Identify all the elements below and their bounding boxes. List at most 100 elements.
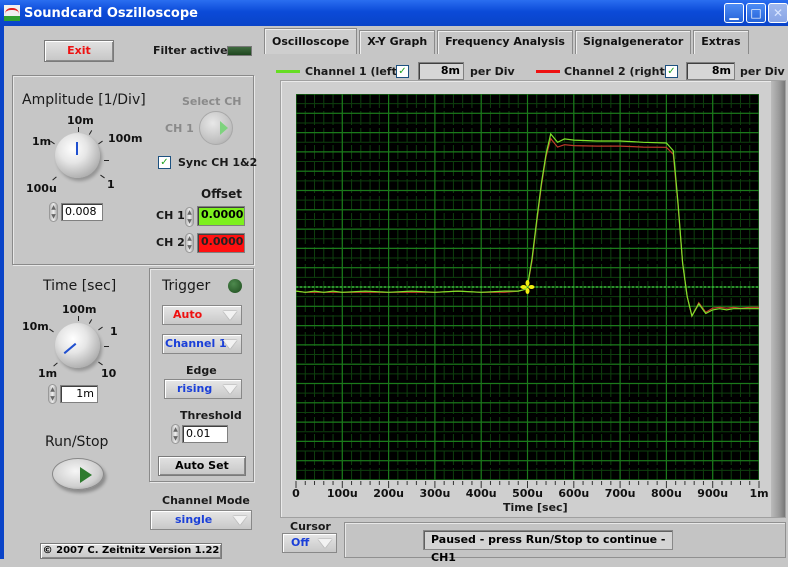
window-title: Soundcard Oszilloscope xyxy=(24,5,198,21)
knob-tick xyxy=(78,127,79,132)
trigger-edge-value: rising xyxy=(177,382,213,395)
threshold-field[interactable]: 0.01 xyxy=(182,425,228,443)
threshold-label: Threshold xyxy=(180,409,242,422)
trigger-edge-dropdown[interactable]: rising xyxy=(164,379,242,399)
offset-ch2-spinner[interactable]: ▲ ▼ xyxy=(185,233,194,253)
time-scale-label: 1m xyxy=(38,367,58,380)
knob-tick xyxy=(88,319,93,324)
chevron-down-icon xyxy=(223,311,237,320)
tab-frequency-analysis[interactable]: Frequency Analysis xyxy=(437,30,573,54)
time-scale-label: 100m xyxy=(62,303,97,316)
trigger-marker-part xyxy=(525,288,530,294)
version-label: © 2007 C. Zeitnitz Version 1.22 xyxy=(40,543,222,559)
channel-mode-dropdown[interactable]: single xyxy=(150,510,252,530)
chevron-down-icon xyxy=(233,516,247,525)
channel1-legend-line xyxy=(276,70,300,73)
graph-scrollbar[interactable] xyxy=(771,81,785,517)
x-tick-label: 600u xyxy=(558,487,590,500)
close-button[interactable]: ✕ xyxy=(768,3,788,23)
trigger-mode-dropdown[interactable]: Auto xyxy=(162,305,242,325)
select-ch-label: Select CH xyxy=(182,95,242,108)
offset-ch1-field[interactable]: 0.0000 xyxy=(197,206,245,226)
window-titlebar: Soundcard Oszilloscope ▁ □ ✕ xyxy=(0,0,788,26)
sync-checkbox[interactable]: ✓ xyxy=(158,156,171,169)
channel2-per-div-label: per Div xyxy=(740,65,785,78)
channel1-checkbox[interactable]: ✓ xyxy=(396,65,409,78)
amplitude-scale-label: 100m xyxy=(108,132,143,145)
x-tick-label: 900u xyxy=(697,487,729,500)
offset-title: Offset xyxy=(201,187,242,201)
trigger-marker-part xyxy=(528,285,535,289)
amplitude-knob[interactable] xyxy=(55,133,100,178)
tab-signalgenerator[interactable]: Signalgenerator xyxy=(574,30,692,54)
channel2-checkbox[interactable]: ✓ xyxy=(665,65,678,78)
channel-mode-label: Channel Mode xyxy=(162,494,250,507)
select-ch-button[interactable] xyxy=(199,111,233,145)
channel2-legend-line xyxy=(536,70,560,73)
tab-extras[interactable]: Extras xyxy=(693,30,749,54)
tab-oscilloscope[interactable]: Oscilloscope xyxy=(264,28,358,54)
time-title: Time [sec] xyxy=(43,278,117,294)
time-knob-pointer xyxy=(63,342,77,355)
offset-ch1-label: CH 1 xyxy=(156,209,185,222)
channel1-label: Channel 1 (left) xyxy=(305,65,402,78)
amplitude-scale-label: 1m xyxy=(32,135,52,148)
select-ch-value: CH 1 xyxy=(165,122,194,135)
amplitude-knob-pointer xyxy=(76,142,78,155)
exit-button[interactable]: Exit xyxy=(44,40,114,62)
run-stop-label: Run/Stop xyxy=(45,434,109,450)
cursor-label: Cursor xyxy=(290,520,331,533)
cursor-dropdown[interactable]: Off xyxy=(282,533,337,553)
tab-bar: Oscilloscope X-Y Graph Frequency Analysi… xyxy=(264,28,751,54)
time-scale-label: 1 xyxy=(110,325,118,338)
trigger-marker-part xyxy=(520,285,527,289)
channel-mode-value: single xyxy=(175,513,213,526)
knob-tick xyxy=(49,328,54,333)
play-arrow-icon xyxy=(220,121,228,135)
x-tick-label: 800u xyxy=(650,487,682,500)
minimize-button[interactable]: ▁ xyxy=(724,3,744,23)
x-tick-label: 500u xyxy=(512,487,543,500)
amplitude-scale-label: 10m xyxy=(67,114,94,127)
knob-tick xyxy=(78,316,79,321)
trigger-source-dropdown[interactable]: Channel 1 xyxy=(162,334,242,354)
amplitude-spinner[interactable]: ▲ ▼ xyxy=(49,202,58,222)
x-axis-title: Time [sec] xyxy=(503,501,568,514)
trigger-title: Trigger xyxy=(162,278,211,294)
time-knob[interactable] xyxy=(55,323,100,368)
amplitude-value-field[interactable]: 0.008 xyxy=(61,203,103,221)
knob-tick xyxy=(98,361,103,366)
time-spinner[interactable]: ▲ ▼ xyxy=(48,384,57,404)
channel1-per-div-field[interactable]: 8m xyxy=(418,62,464,80)
x-tick-label: 200u xyxy=(373,487,404,500)
amplitude-scale-label: 100u xyxy=(26,182,57,195)
run-stop-button[interactable] xyxy=(52,458,104,490)
tab-xy-graph[interactable]: X-Y Graph xyxy=(359,30,436,54)
trigger-mode-value: Auto xyxy=(173,308,203,321)
play-icon xyxy=(80,467,92,483)
oscilloscope-plot[interactable] xyxy=(296,94,759,480)
offset-ch2-label: CH 2 xyxy=(156,236,185,249)
filter-active-label: Filter active xyxy=(153,44,228,57)
time-value-field[interactable]: 1m xyxy=(60,385,98,403)
chevron-down-icon xyxy=(318,539,332,548)
threshold-spinner[interactable]: ▲ ▼ xyxy=(171,424,180,444)
knob-tick xyxy=(104,160,109,161)
amplitude-title: Amplitude [1/Div] xyxy=(22,92,146,108)
time-scale-label: 10 xyxy=(101,367,117,380)
auto-set-button[interactable]: Auto Set xyxy=(158,456,246,476)
maximize-button[interactable]: □ xyxy=(746,3,766,23)
offset-ch1-spinner[interactable]: ▲ ▼ xyxy=(185,207,194,227)
knob-tick xyxy=(104,346,109,347)
x-tick-label: 300u xyxy=(419,487,451,500)
offset-ch2-field[interactable]: 0.0000 xyxy=(197,233,245,253)
status-text: Paused - press Run/Stop to continue - CH… xyxy=(423,530,673,564)
time-scale-label: 10m xyxy=(22,320,49,333)
x-tick-label: 100u xyxy=(326,487,358,500)
amplitude-scale-label: 1 xyxy=(107,178,115,191)
edge-label: Edge xyxy=(186,364,217,377)
channel2-per-div-field[interactable]: 8m xyxy=(686,62,735,80)
x-tick-label: 400u xyxy=(465,487,497,500)
channel1-per-div-label: per Div xyxy=(470,65,515,78)
x-tick-label: 0 xyxy=(292,487,300,500)
